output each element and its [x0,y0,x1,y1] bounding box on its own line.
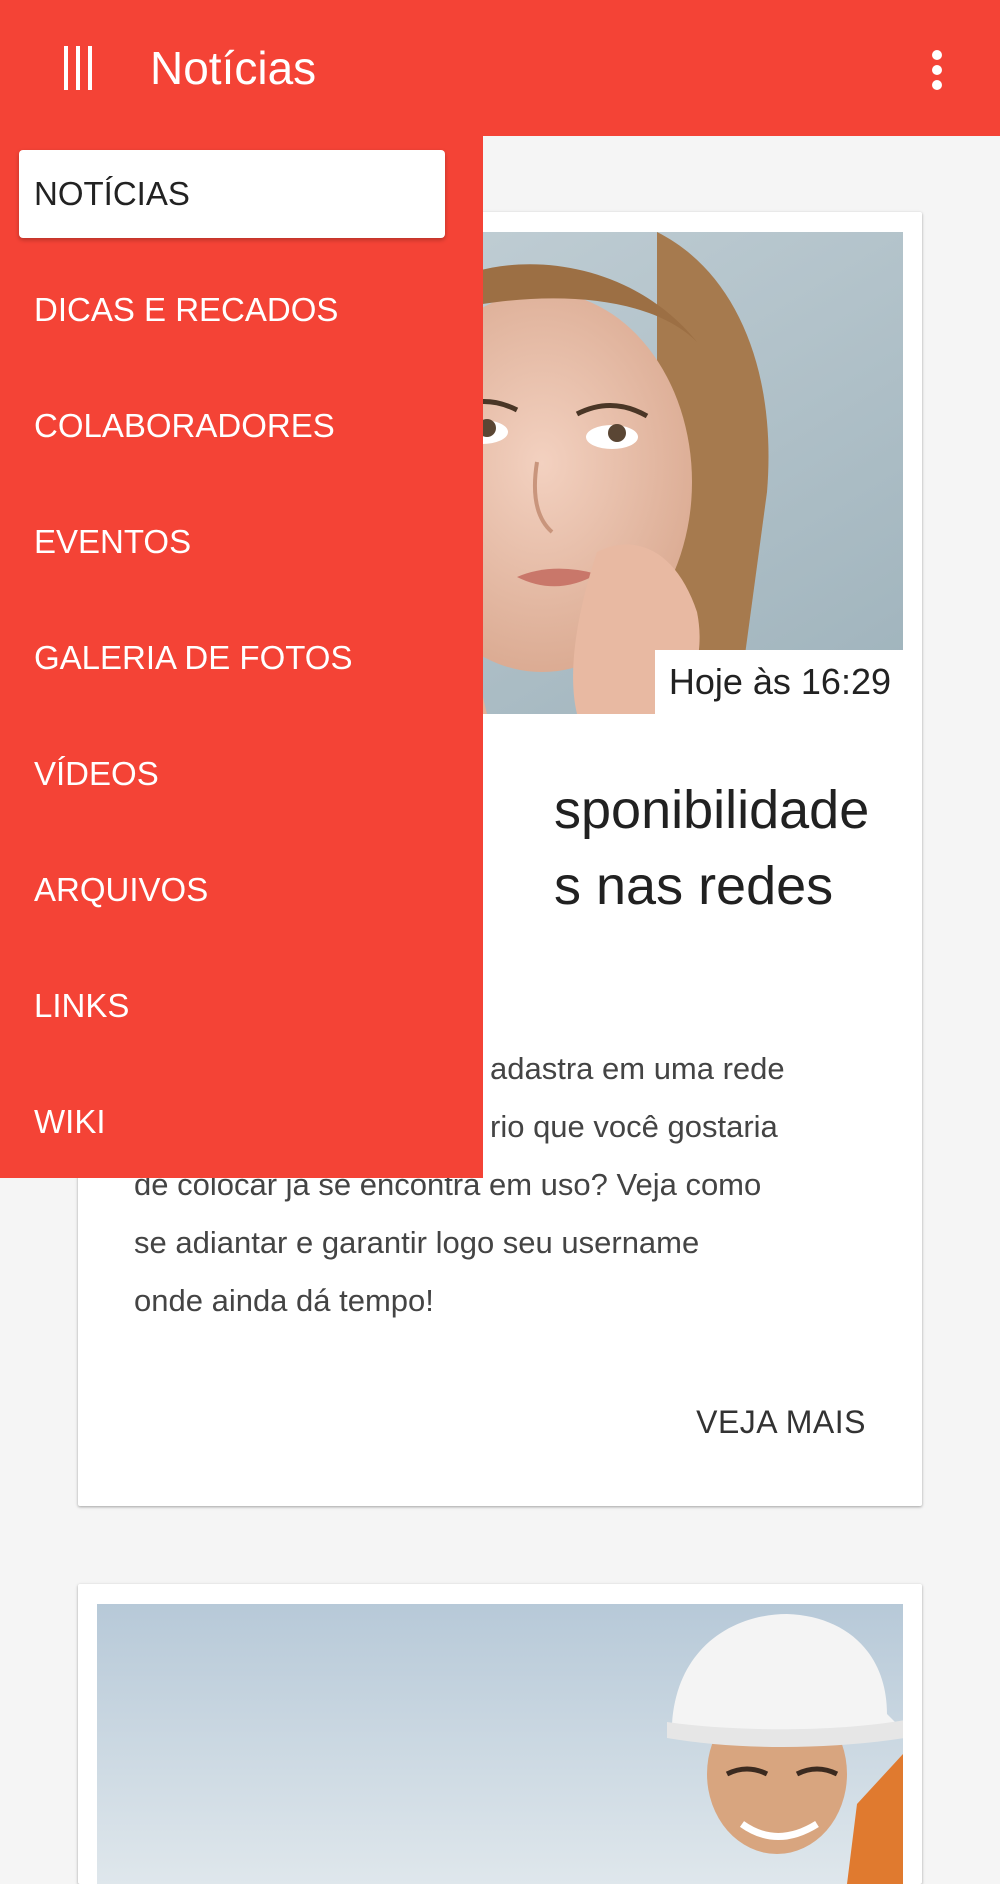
news-card[interactable] [78,1584,922,1884]
drawer-item-links[interactable]: LINKS [34,976,129,1036]
drawer-item-videos[interactable]: VÍDEOS [34,744,159,804]
drawer-item-colaboradores[interactable]: COLABORADORES [34,396,335,456]
drawer-item-noticias[interactable]: NOTÍCIAS [19,150,445,238]
read-more-button[interactable]: VEJA MAIS [696,1404,866,1441]
page-title: Notícias [150,42,317,94]
drawer-item-eventos[interactable]: EVENTOS [34,512,191,572]
app-bar: Notícias [0,0,1000,136]
news-card-image [97,1604,903,1884]
drawer-item-dicas-e-recados[interactable]: DICAS E RECADOS [34,280,338,340]
timestamp: Hoje às 16:29 [654,650,903,714]
drawer-item-galeria-de-fotos[interactable]: GALERIA DE FOTOS [34,628,352,688]
drawer-item-arquivos[interactable]: ARQUIVOS [34,860,208,920]
drawer-item-wiki[interactable]: WIKI [34,1092,106,1152]
menu-icon[interactable] [52,38,104,98]
more-vert-icon[interactable] [920,42,954,98]
navigation-drawer: NOTÍCIAS DICAS E RECADOS COLABORADORES E… [0,136,483,1178]
